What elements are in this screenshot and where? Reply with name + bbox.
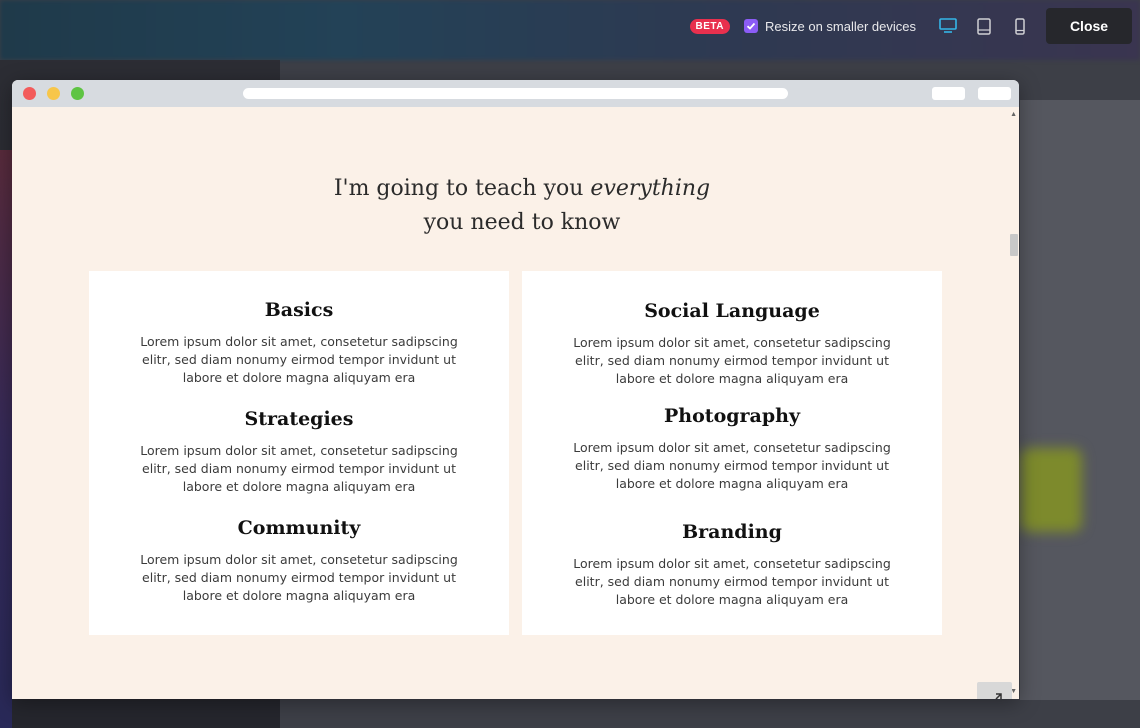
topic-body: Lorem ipsum dolor sit amet, consetetur s…	[573, 556, 891, 607]
desktop-view-button[interactable]	[930, 8, 966, 44]
topics-card-left: Basics Lorem ipsum dolor sit amet, conse…	[89, 271, 509, 635]
close-button[interactable]: Close	[1046, 8, 1132, 44]
window-close-dot	[23, 87, 36, 100]
window-maximize-dot	[71, 87, 84, 100]
topic-section: Branding Lorem ipsum dolor sit amet, con…	[522, 521, 942, 609]
topic-body: Lorem ipsum dolor sit amet, consetetur s…	[140, 443, 458, 494]
desktop-icon	[939, 18, 957, 33]
topic-body: Lorem ipsum dolor sit amet, consetetur s…	[140, 552, 458, 603]
resize-checkbox[interactable]	[743, 19, 758, 33]
checkmark-icon	[746, 22, 756, 30]
topics-card-right: Social Language Lorem ipsum dolor sit am…	[522, 271, 942, 635]
topic-body: Lorem ipsum dolor sit amet, consetetur s…	[573, 335, 891, 386]
phone-view-button[interactable]	[1002, 8, 1038, 44]
tablet-icon	[977, 17, 991, 35]
background-green-element	[1020, 448, 1082, 532]
chrome-button-placeholder	[978, 87, 1011, 100]
phone-icon	[1015, 17, 1025, 35]
page-headline: I'm going to teach you everything you ne…	[12, 172, 1019, 240]
topic-title: Basics	[258, 299, 340, 324]
background-left-strip	[0, 150, 12, 728]
tablet-view-button[interactable]	[966, 8, 1002, 44]
window-minimize-dot	[47, 87, 60, 100]
topic-section: Community Lorem ipsum dolor sit amet, co…	[89, 517, 509, 605]
topic-title: Social Language	[638, 300, 826, 325]
preview-toolbar: BETA Resize on smaller devices Close	[689, 8, 1132, 44]
headline-line2: you need to know	[423, 210, 621, 235]
beta-badge: BETA	[689, 18, 730, 34]
page-viewport: I'm going to teach you everything you ne…	[12, 107, 1012, 699]
chrome-button-placeholder	[932, 87, 965, 100]
topic-title: Strategies	[238, 408, 360, 433]
url-bar	[243, 88, 788, 99]
expand-fullscreen-button[interactable]	[977, 682, 1012, 699]
background-right-panel	[1020, 100, 1140, 700]
topic-body: Lorem ipsum dolor sit amet, consetetur s…	[573, 440, 891, 491]
topic-title: Photography	[658, 405, 806, 430]
resize-label[interactable]: Resize on smaller devices	[765, 19, 916, 34]
topic-section: Social Language Lorem ipsum dolor sit am…	[522, 300, 942, 388]
browser-preview-window: ▲ ▼ I'm going to teach you everything yo…	[12, 80, 1019, 699]
headline-emphasis: everything	[590, 176, 711, 201]
topic-section: Basics Lorem ipsum dolor sit amet, conse…	[89, 299, 509, 387]
headline-prefix: I'm going to teach you	[333, 176, 591, 201]
topic-section: Photography Lorem ipsum dolor sit amet, …	[522, 405, 942, 493]
topic-body: Lorem ipsum dolor sit amet, consetetur s…	[140, 334, 458, 385]
topic-title: Community	[231, 517, 367, 542]
topic-section: Strategies Lorem ipsum dolor sit amet, c…	[89, 408, 509, 496]
expand-arrows-icon	[994, 692, 1002, 699]
topic-title: Branding	[676, 521, 788, 546]
browser-chrome	[12, 80, 1019, 107]
scroll-up-arrow-icon[interactable]: ▲	[1010, 111, 1017, 118]
